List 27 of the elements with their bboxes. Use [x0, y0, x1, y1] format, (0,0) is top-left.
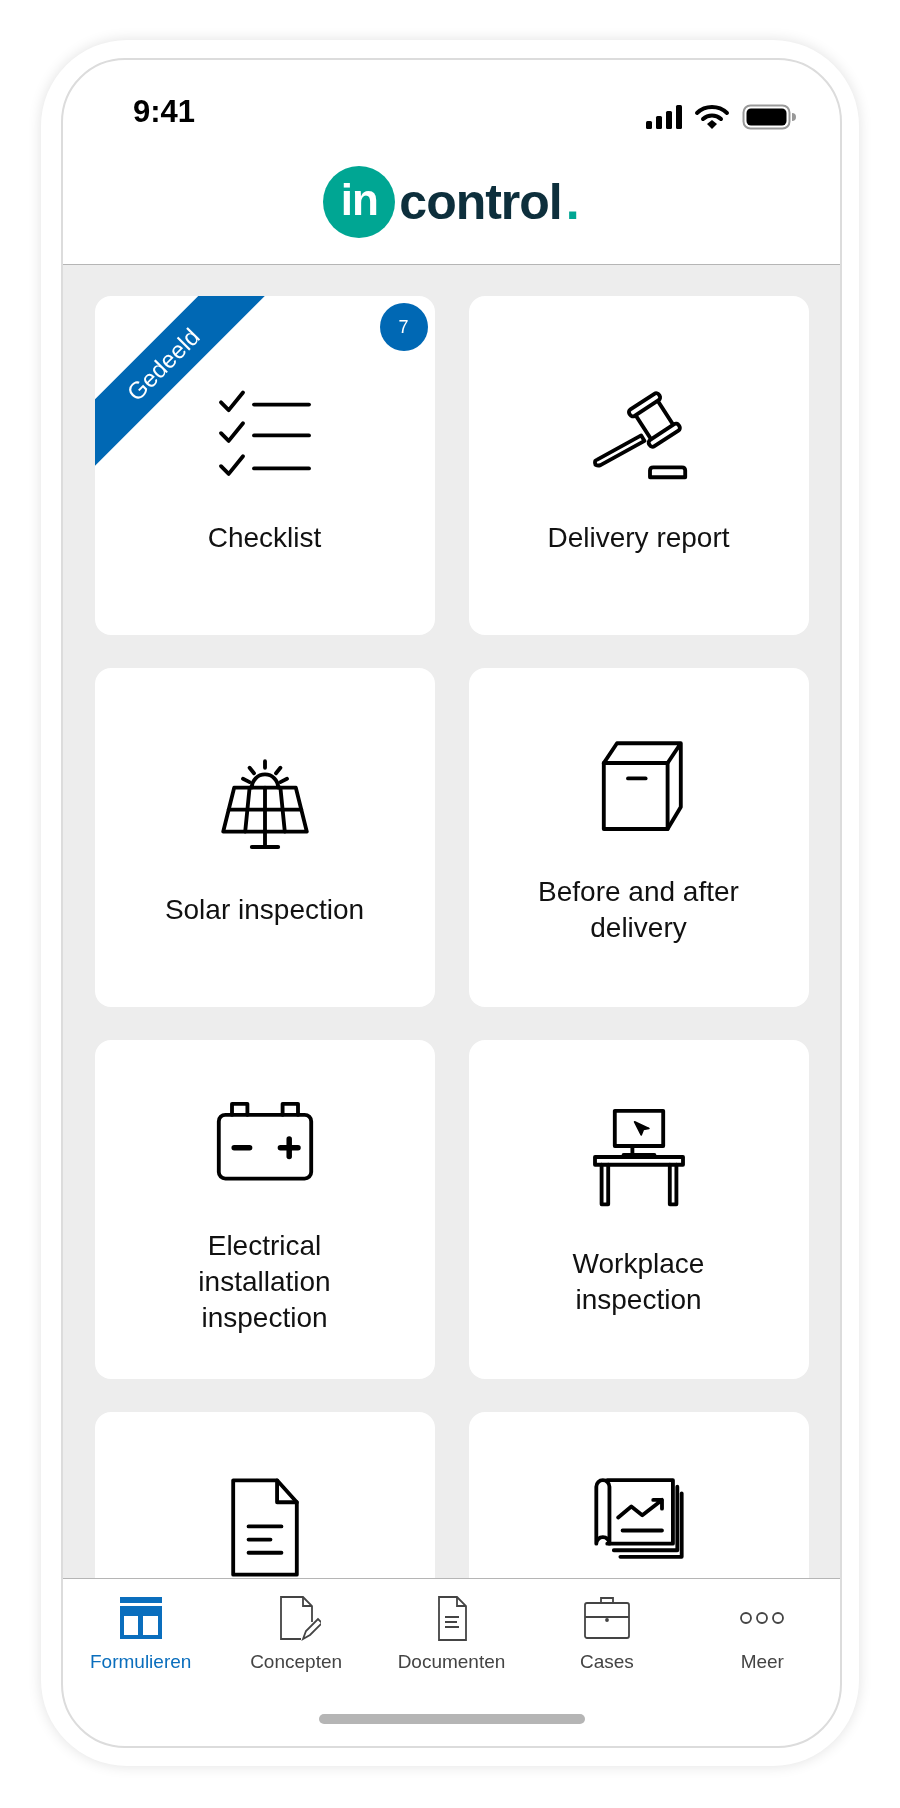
document-icon	[230, 1478, 299, 1577]
form-tile[interactable]: Solar inspection	[94, 668, 435, 1007]
tile-label: Workplace inspection	[571, 1246, 706, 1317]
tab-item[interactable]: Concepten	[218, 1593, 374, 1673]
tab-item[interactable]: Formulieren	[63, 1593, 219, 1673]
tile-label: Solar inspection	[164, 892, 365, 927]
more-icon	[740, 1612, 785, 1624]
wifi-icon	[694, 104, 730, 130]
tab-item[interactable]: Meer	[684, 1593, 840, 1673]
tile-label: Before and after delivery	[537, 874, 740, 945]
form-tile[interactable]: Electrical installation inspection	[94, 1040, 435, 1379]
form-tile[interactable]: Delivery report	[468, 296, 809, 635]
tile-label: Checklist	[207, 520, 322, 555]
logo-mark: in	[323, 166, 396, 238]
count-badge: 7	[379, 303, 428, 351]
logo-word: control	[399, 173, 562, 231]
battery-icon	[742, 104, 796, 130]
tile-label: Electrical installation inspection	[197, 1228, 332, 1335]
tile-label: Delivery report	[547, 520, 730, 555]
tab-item[interactable]: Cases	[529, 1593, 685, 1673]
signal-icon	[646, 105, 682, 129]
tab-item[interactable]: Documenten	[373, 1593, 530, 1673]
form-tile[interactable]: Workplace inspection	[468, 1040, 809, 1379]
form-tile[interactable]: Before and after delivery	[468, 668, 809, 1007]
blueprint-icon	[593, 1478, 684, 1559]
logo-dot: .	[565, 173, 580, 231]
clock-time: 9:41	[133, 94, 196, 130]
